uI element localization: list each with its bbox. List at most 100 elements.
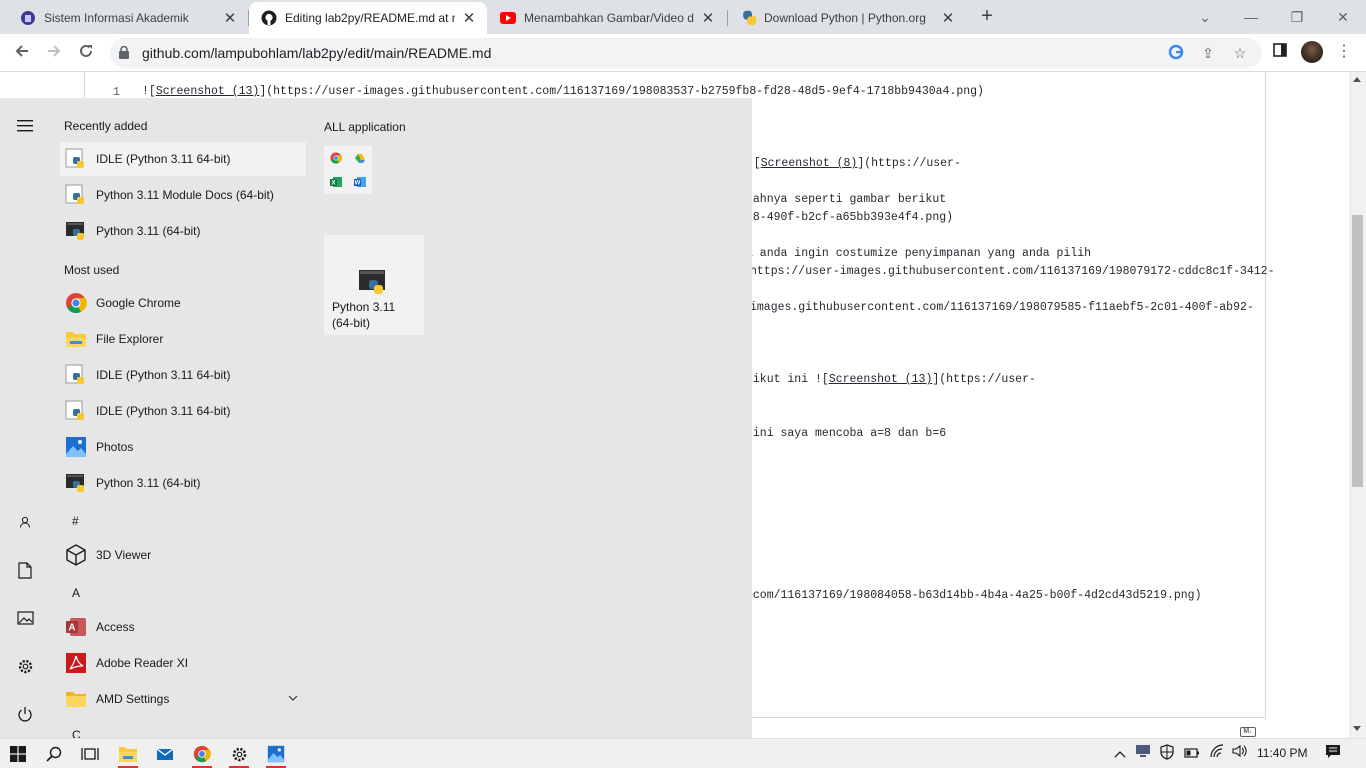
code-line: 28-490f-b2cf-a65bb393e4f4.png): [746, 211, 954, 224]
notification-center-icon[interactable]: [1323, 744, 1343, 764]
close-tab-icon[interactable]: ✕: [222, 9, 238, 27]
user-icon[interactable]: [13, 510, 37, 534]
menu-kebab-icon[interactable]: ⋮: [1334, 42, 1354, 62]
taskbar-chrome[interactable]: [184, 739, 220, 768]
taskbar-file-explorer[interactable]: [110, 739, 146, 768]
app-idle[interactable]: IDLE (Python 3.11 64-bit): [60, 394, 306, 428]
tab-menambahkan-gambar[interactable]: Menambahkan Gambar/Video di ✕: [488, 2, 726, 34]
letter-header-c[interactable]: C: [72, 728, 81, 738]
tab-editing-readme[interactable]: Editing lab2py/README.md at m ✕: [249, 2, 487, 34]
side-panel-icon[interactable]: [1270, 42, 1290, 62]
battery-icon[interactable]: [1182, 744, 1202, 764]
idle-icon: [64, 147, 88, 171]
google-drive-icon: [355, 154, 365, 163]
close-tab-icon[interactable]: ✕: [461, 9, 477, 27]
back-arrow-icon: [15, 45, 28, 57]
documents-icon[interactable]: [13, 558, 37, 582]
letter-header-a[interactable]: A: [72, 586, 80, 600]
display-icon[interactable]: [1133, 744, 1153, 764]
app-python-311[interactable]: Python 3.11 (64-bit): [60, 466, 306, 500]
folder-icon: [64, 687, 88, 711]
settings-gear-icon[interactable]: [13, 654, 37, 678]
reload-icon: [80, 44, 92, 57]
code-line: https://user-images.githubusercontent.co…: [750, 265, 1275, 278]
scroll-thumb[interactable]: [1352, 215, 1363, 487]
pictures-icon[interactable]: [13, 606, 37, 630]
task-view-icon: [81, 748, 99, 760]
app-python-311[interactable]: Python 3.11 (64-bit): [60, 214, 306, 248]
chevron-down-icon[interactable]: [288, 693, 298, 704]
code-line: sini saya mencoba a=8 dan b=6: [746, 427, 947, 440]
security-shield-icon[interactable]: [1157, 744, 1177, 764]
forward-button[interactable]: [41, 40, 67, 66]
search-button[interactable]: [36, 739, 72, 768]
taskbar-clock[interactable]: 11:40 PM: [1257, 746, 1307, 760]
svg-text:A: A: [68, 623, 75, 634]
letter-header-hash[interactable]: #: [72, 514, 79, 528]
taskbar-settings[interactable]: [221, 739, 257, 768]
tile-folder[interactable]: X W: [324, 146, 372, 194]
python-icon: [64, 471, 88, 495]
volume-icon[interactable]: [1230, 744, 1250, 764]
taskbar-mail[interactable]: [147, 739, 183, 768]
back-button[interactable]: [9, 40, 35, 66]
start-menu: Recently added IDLE (Python 3.11 64-bit)…: [0, 98, 752, 738]
profile-avatar[interactable]: [1301, 41, 1323, 63]
app-idle[interactable]: IDLE (Python 3.11 64-bit): [60, 142, 306, 176]
tab-sistem-informasi[interactable]: Sistem Informasi Akademik ✕: [8, 2, 248, 34]
show-hidden-icons-chevron-icon[interactable]: [1110, 744, 1130, 764]
app-file-explorer[interactable]: File Explorer: [60, 322, 306, 356]
photos-icon: [64, 435, 88, 459]
python-icon: [64, 219, 88, 243]
page-scrollbar[interactable]: [1349, 72, 1366, 738]
svg-text:W: W: [355, 181, 361, 187]
tile-label: (64-bit): [332, 316, 371, 330]
task-view-button[interactable]: [72, 739, 108, 768]
google-translate-icon[interactable]: [1167, 44, 1185, 62]
code-line: .com/116137169/198084058-b63d14bb-4b4a-4…: [746, 589, 1202, 602]
power-icon[interactable]: [13, 702, 37, 726]
github-icon: [261, 10, 277, 26]
markdown-icon: M↓: [1240, 727, 1256, 737]
tab-title: Sistem Informasi Akademik: [44, 11, 189, 25]
tile-python-311[interactable]: Python 3.11 (64-bit): [324, 235, 424, 335]
svg-text:X: X: [331, 181, 335, 187]
app-3d-viewer[interactable]: 3D Viewer: [60, 538, 306, 572]
app-amd-settings[interactable]: AMD Settings: [60, 682, 306, 716]
close-window-button[interactable]: ✕: [1320, 4, 1366, 30]
scroll-up-icon[interactable]: [1353, 77, 1361, 82]
youtube-icon: [500, 10, 516, 26]
scroll-down-icon[interactable]: [1353, 726, 1361, 731]
close-tab-icon[interactable]: ✕: [940, 9, 956, 27]
bookmark-star-icon[interactable]: ☆: [1231, 44, 1249, 62]
app-access[interactable]: A Access: [60, 610, 306, 644]
app-idle[interactable]: IDLE (Python 3.11 64-bit): [60, 358, 306, 392]
app-adobe-reader[interactable]: Adobe Reader XI: [60, 646, 306, 680]
share-icon[interactable]: ⇪: [1199, 44, 1217, 62]
code-line: rikut ini ![Screenshot (13)](https://use…: [746, 373, 1036, 386]
hamburger-icon[interactable]: [13, 114, 37, 138]
url-text: github.com/lampubohlam/lab2py/edit/main/…: [142, 45, 492, 61]
chrome-icon: [330, 152, 342, 164]
word-icon: W: [354, 177, 366, 187]
tab-title: Download Python | Python.org: [764, 11, 926, 25]
tab-strip: Sistem Informasi Akademik ✕ Editing lab2…: [0, 0, 1366, 34]
app-google-chrome[interactable]: Google Chrome: [60, 286, 306, 320]
reload-button[interactable]: [73, 40, 99, 66]
taskbar-photos[interactable]: [258, 739, 294, 768]
tab-search-button[interactable]: ⌄: [1182, 4, 1228, 30]
tab-download-python[interactable]: Download Python | Python.org ✕: [728, 2, 966, 34]
address-bar[interactable]: github.com/lampubohlam/lab2py/edit/main/…: [110, 38, 1262, 68]
code-line: a anda ingin costumize penyimpanan yang …: [746, 247, 1092, 260]
campus-icon: [20, 10, 36, 26]
new-tab-button[interactable]: +: [973, 5, 1001, 29]
app-photos[interactable]: Photos: [60, 430, 306, 464]
close-tab-icon[interactable]: ✕: [700, 9, 716, 27]
restore-button[interactable]: ❐: [1274, 4, 1320, 30]
minimize-button[interactable]: —: [1228, 4, 1274, 30]
app-python-module-docs[interactable]: Python 3.11 Module Docs (64-bit): [60, 178, 306, 212]
excel-icon: X: [330, 177, 342, 187]
wifi-icon[interactable]: [1207, 744, 1227, 764]
windows-start-button[interactable]: [0, 739, 36, 768]
chrome-icon: [64, 291, 88, 315]
